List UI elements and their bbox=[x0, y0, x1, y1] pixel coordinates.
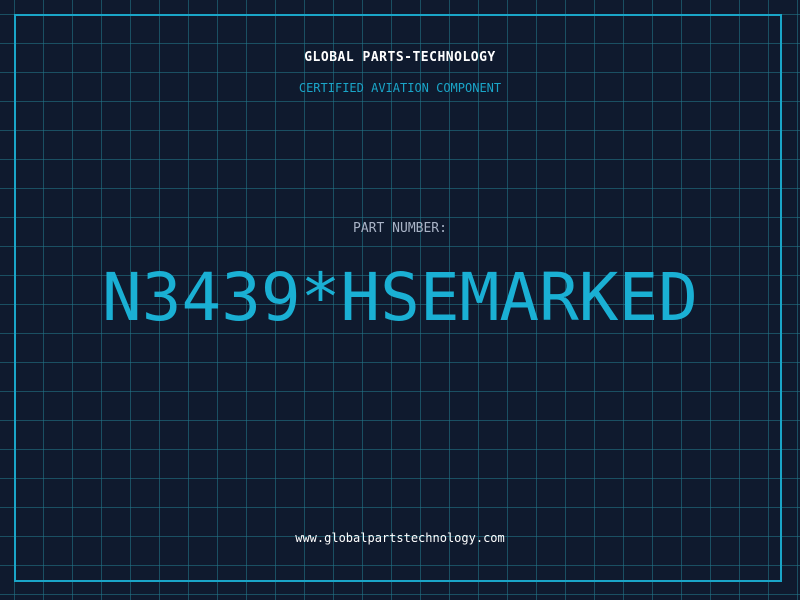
part-number-label: PART NUMBER: bbox=[353, 221, 447, 236]
company-name: GLOBAL PARTS-TECHNOLOGY bbox=[304, 50, 496, 65]
part-number-value: N3439*HSEMARKED bbox=[101, 259, 699, 336]
certification-text: CERTIFIED AVIATION COMPONENT bbox=[298, 81, 502, 95]
label-card: GLOBAL PARTS-TECHNOLOGY CERTIFIED AVIATI… bbox=[0, 0, 800, 600]
website-url: www.globalpartstechnology.com bbox=[295, 531, 505, 545]
